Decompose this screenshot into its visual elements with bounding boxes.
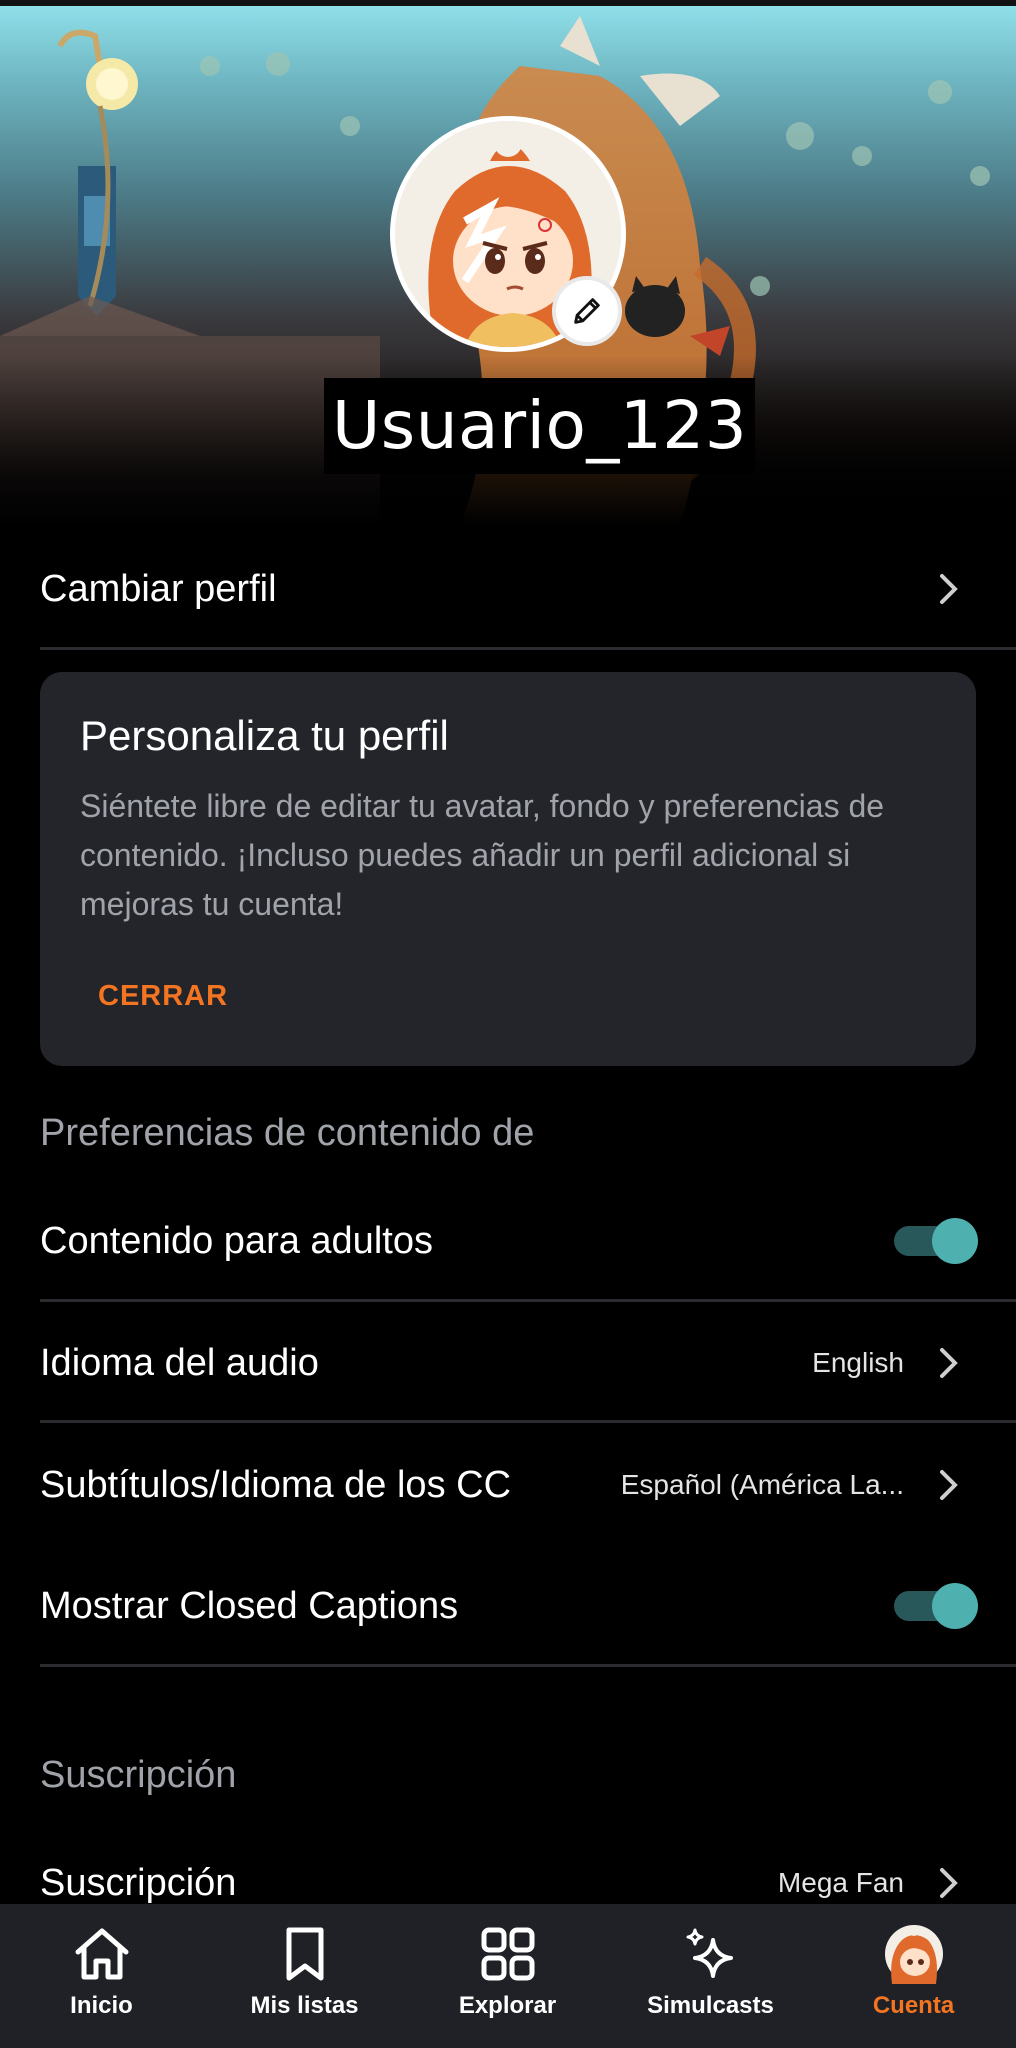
divider: [40, 1299, 1016, 1302]
chevron-right-icon: [940, 1470, 958, 1500]
tab-simulcasts[interactable]: Simulcasts: [609, 1904, 812, 2048]
tab-label: Simulcasts: [647, 1992, 774, 2019]
tab-inicio[interactable]: Inicio: [0, 1904, 203, 2048]
adult-content-label: Contenido para adultos: [40, 1219, 433, 1262]
bottom-tab-bar: Inicio Mis listas Explorar Simulcasts Cu…: [0, 1904, 1016, 2048]
divider: [40, 1420, 1016, 1423]
grid-icon: [481, 1927, 534, 1981]
close-card-button[interactable]: CERRAR: [98, 980, 228, 1013]
subscription-value: Mega Fan: [777, 1867, 904, 1898]
closed-captions-row: Mostrar Closed Captions: [40, 1573, 1016, 1639]
profile-username: Usuario_123: [324, 378, 756, 474]
tab-cuenta[interactable]: Cuenta: [812, 1904, 1015, 2048]
subscription-label: Suscripción: [40, 1861, 237, 1904]
subtitles-language-row[interactable]: Subtítulos/Idioma de los CC Español (Amé…: [40, 1452, 1016, 1518]
tab-label: Mis listas: [250, 1992, 359, 2019]
audio-language-label: Idioma del audio: [40, 1341, 319, 1384]
adult-content-toggle[interactable]: [894, 1218, 978, 1264]
subtitles-language-value: Español (América La...: [620, 1469, 904, 1500]
tab-explorar[interactable]: Explorar: [406, 1904, 609, 2048]
chevron-right-icon: [940, 574, 958, 604]
tab-label: Cuenta: [872, 1992, 955, 2019]
adult-content-row: Contenido para adultos: [40, 1208, 1016, 1274]
tab-label: Inicio: [70, 1992, 133, 2019]
avatar-icon: [884, 1925, 943, 1984]
chevron-right-icon: [940, 1868, 958, 1898]
change-profile-label: Cambiar perfil: [40, 567, 277, 610]
sparkle-icon: [686, 1928, 733, 1978]
subtitles-language-label: Subtítulos/Idioma de los CC: [40, 1463, 512, 1506]
pencil-icon: [574, 298, 600, 324]
tab-label: Explorar: [458, 1992, 557, 2019]
tab-mis-listas[interactable]: Mis listas: [203, 1904, 406, 2048]
chevron-right-icon: [940, 1348, 958, 1378]
closed-captions-label: Mostrar Closed Captions: [40, 1584, 459, 1627]
closed-captions-toggle[interactable]: [894, 1583, 978, 1629]
card-title: Personaliza tu perfil: [80, 712, 449, 759]
subscription-heading: Suscripción: [40, 1754, 237, 1796]
divider: [40, 1664, 1016, 1667]
customize-profile-card: Personaliza tu perfil Siéntete libre de …: [40, 672, 976, 1066]
bookmark-icon: [286, 1927, 323, 1981]
card-body: Siéntete libre de editar tu avatar, fond…: [80, 788, 885, 922]
change-profile-row[interactable]: Cambiar perfil: [40, 556, 1016, 622]
audio-language-value: English: [812, 1347, 904, 1378]
audio-language-row[interactable]: Idioma del audio English: [40, 1330, 1016, 1396]
divider: [40, 647, 1016, 650]
home-icon: [75, 1928, 128, 1980]
content-preferences-heading: Preferencias de contenido de: [40, 1112, 535, 1154]
edit-avatar-button[interactable]: [552, 276, 622, 346]
